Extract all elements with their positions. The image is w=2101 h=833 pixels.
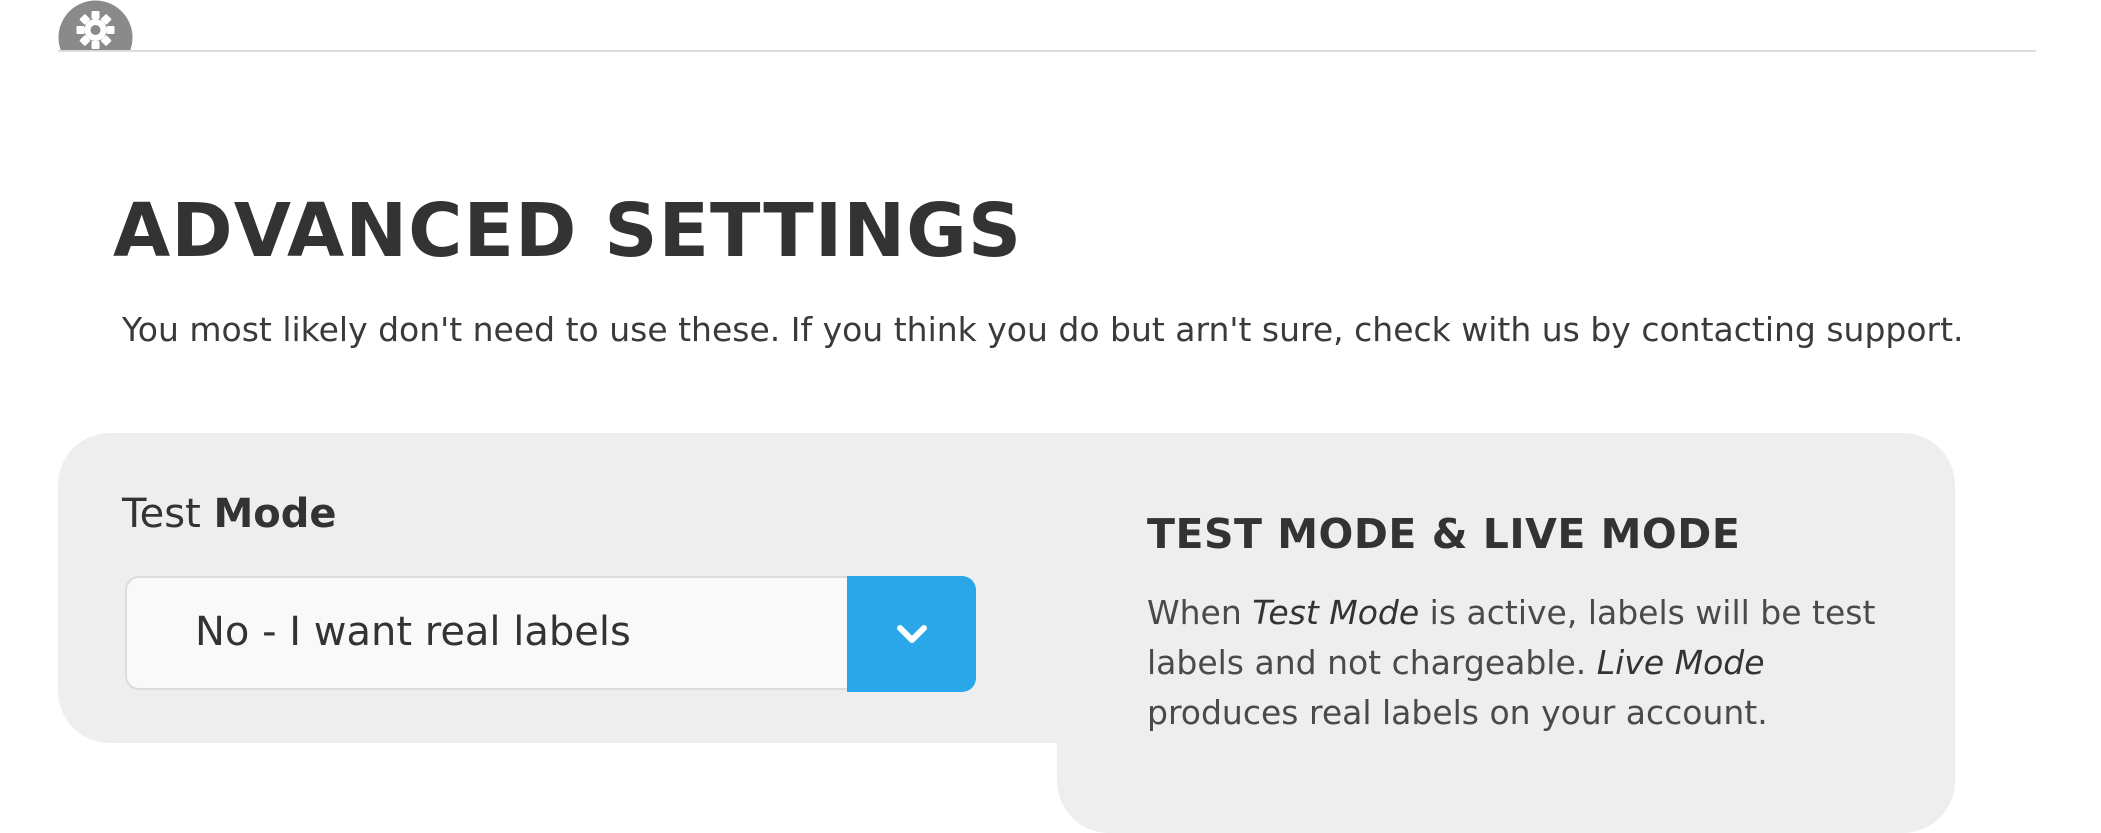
- test-mode-label: Test Mode: [122, 486, 337, 542]
- test-mode-label-prefix: Test: [122, 491, 201, 537]
- page-title: ADVANCED SETTINGS: [113, 188, 1023, 274]
- gear-icon[interactable]: [58, 0, 133, 50]
- info-text: When Test Mode is active, labels will be…: [1147, 588, 1907, 738]
- page-subtitle: You most likely don't need to use these.…: [122, 310, 1964, 349]
- info-text-part-1: When: [1147, 593, 1253, 632]
- info-term-live-mode: Live Mode: [1596, 643, 1765, 682]
- info-term-test-mode: Test Mode: [1252, 593, 1420, 632]
- info-text-part-3: produces real labels on your account.: [1147, 693, 1768, 732]
- info-title: TEST MODE & LIVE MODE: [1147, 510, 1741, 558]
- chevron-down-icon: [896, 625, 927, 643]
- test-mode-label-strong: Mode: [213, 491, 337, 537]
- test-mode-dropdown-button[interactable]: [847, 576, 976, 692]
- test-mode-selected-value: No - I want real labels: [195, 609, 631, 655]
- header-divider: [58, 50, 2036, 52]
